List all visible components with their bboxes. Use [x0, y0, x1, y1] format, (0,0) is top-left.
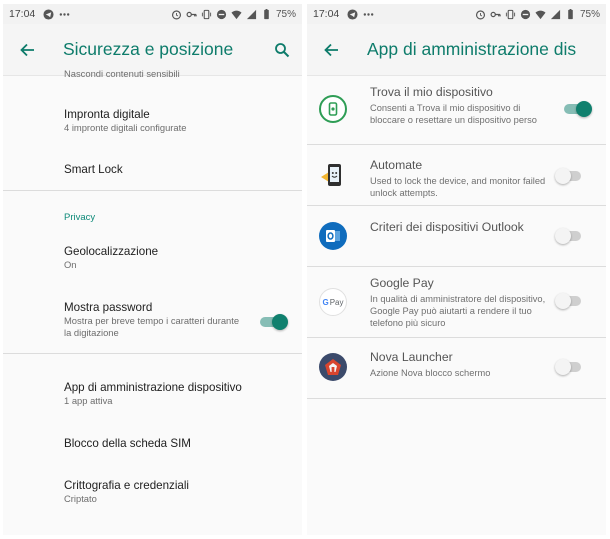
item-title: Smart Lock — [64, 163, 123, 176]
app-name: Criteri dei dispositivi Outlook — [370, 220, 524, 234]
battery-icon — [565, 8, 576, 20]
back-button[interactable] — [3, 24, 51, 76]
automate-icon — [319, 161, 347, 189]
page-title: App di amministrazione dis — [367, 39, 577, 59]
google-pay-icon: G Pay — [319, 288, 347, 316]
nova-launcher-icon — [319, 353, 347, 381]
item-subtitle: On — [64, 259, 77, 270]
divider — [307, 398, 606, 399]
nova-launcher-toggle[interactable] — [555, 357, 585, 377]
app-name: Google Pay — [370, 276, 434, 290]
telegram-icon — [347, 8, 358, 20]
item-title: Impronta digitale — [64, 108, 150, 121]
list-item-hidden-content[interactable]: Nascondi contenuti sensibili — [64, 70, 288, 82]
battery-percent: 75% — [275, 8, 296, 20]
status-time: 17:04 — [9, 8, 36, 20]
list-item-fingerprint[interactable]: Impronta digitale 4 impronte digitali co… — [64, 107, 288, 134]
list-item-smart-lock[interactable]: Smart Lock — [64, 162, 288, 177]
status-time: 17:04 — [313, 8, 340, 20]
item-subtitle: Mostra per breve tempo i caratteri duran… — [64, 315, 240, 338]
battery-percent: 75% — [579, 8, 600, 20]
alarm-icon — [171, 9, 182, 20]
search-icon — [275, 42, 290, 57]
item-subtitle: Criptato — [64, 493, 97, 504]
back-button[interactable] — [307, 24, 355, 76]
item-title: App di amministrazione dispositivo — [64, 381, 242, 394]
signal-icon — [550, 9, 561, 20]
status-bar: 17:04 75% — [307, 4, 606, 24]
outlook-toggle[interactable] — [555, 226, 585, 246]
app-description: Used to lock the device, and monitor fai… — [370, 176, 546, 198]
admin-app-row-automate[interactable]: Automate Used to lock the device, and mo… — [307, 145, 606, 205]
list-item-sim-lock[interactable]: Blocco della scheda SIM — [64, 436, 288, 451]
app-bar: Sicurezza e posizione — [3, 24, 302, 76]
vibrate-icon — [201, 9, 212, 20]
app-bar: App di amministrazione dis — [307, 24, 606, 76]
settings-list: Nascondi contenuti sensibili Impronta di… — [3, 70, 302, 535]
search-button[interactable] — [262, 24, 302, 76]
battery-icon — [261, 8, 272, 20]
app-name: Nova Launcher — [370, 350, 453, 364]
back-arrow-icon — [20, 43, 34, 56]
item-title: Mostra password — [64, 301, 153, 314]
item-title: Geolocalizzazione — [64, 245, 159, 258]
item-subtitle: 1 app attiva — [64, 395, 113, 406]
show-password-toggle[interactable] — [258, 312, 288, 332]
signal-icon — [246, 9, 257, 20]
item-title: Crittografia e credenziali — [64, 479, 190, 492]
right-screen: 17:04 75% App di amministrazione dis Tro… — [307, 4, 606, 535]
key-icon — [490, 9, 501, 20]
list-item-device-admin-apps[interactable]: App di amministrazione dispositivo 1 app… — [64, 380, 288, 407]
app-description: In qualità di amministratore del disposi… — [370, 294, 546, 328]
left-screen: 17:04 75% Sicurezza e posizione Nascondi… — [3, 4, 302, 535]
find-my-device-icon — [319, 95, 347, 123]
back-arrow-icon — [324, 43, 338, 56]
section-header-privacy: Privacy — [64, 212, 96, 223]
app-description: Consenti a Trova il mio dispositivo di b… — [370, 103, 537, 125]
page-title: Sicurezza e posizione — [63, 39, 234, 59]
more-dots-icon — [363, 9, 374, 20]
find-my-device-toggle[interactable] — [562, 99, 592, 119]
more-dots-icon — [59, 9, 70, 20]
divider — [3, 353, 302, 354]
list-item-encryption[interactable]: Crittografia e credenziali Criptato — [64, 478, 288, 505]
wifi-icon — [535, 9, 546, 20]
key-icon — [186, 9, 197, 20]
app-name: Trova il mio dispositivo — [370, 85, 493, 99]
admin-app-row-find-my-device[interactable]: Trova il mio dispositivo Consenti a Trov… — [307, 76, 606, 144]
wifi-icon — [231, 9, 242, 20]
item-subtitle: 4 impronte digitali configurate — [64, 122, 187, 133]
outlook-icon — [319, 222, 347, 250]
app-name: Automate — [370, 158, 423, 172]
automate-toggle[interactable] — [555, 166, 585, 186]
admin-app-row-outlook[interactable]: Criteri dei dispositivi Outlook — [307, 206, 606, 266]
do-not-disturb-icon — [216, 9, 227, 20]
google-pay-toggle[interactable] — [555, 291, 585, 311]
admin-apps-list: Trova il mio dispositivo Consenti a Trov… — [307, 76, 606, 535]
list-item-location[interactable]: Geolocalizzazione On — [64, 244, 288, 271]
list-item-show-password[interactable]: Mostra password Mostra per breve tempo i… — [64, 300, 242, 339]
telegram-icon — [43, 8, 54, 20]
admin-app-row-nova-launcher[interactable]: Nova Launcher Azione Nova blocco schermo — [307, 338, 606, 398]
alarm-icon — [475, 9, 486, 20]
admin-app-row-google-pay[interactable]: G Pay Google Pay In qualità di amministra… — [307, 267, 606, 337]
item-title: Blocco della scheda SIM — [64, 437, 191, 450]
vibrate-icon — [505, 9, 516, 20]
app-description: Azione Nova blocco schermo — [370, 368, 491, 378]
status-bar: 17:04 75% — [3, 4, 302, 24]
do-not-disturb-icon — [520, 9, 531, 20]
divider — [3, 190, 302, 191]
